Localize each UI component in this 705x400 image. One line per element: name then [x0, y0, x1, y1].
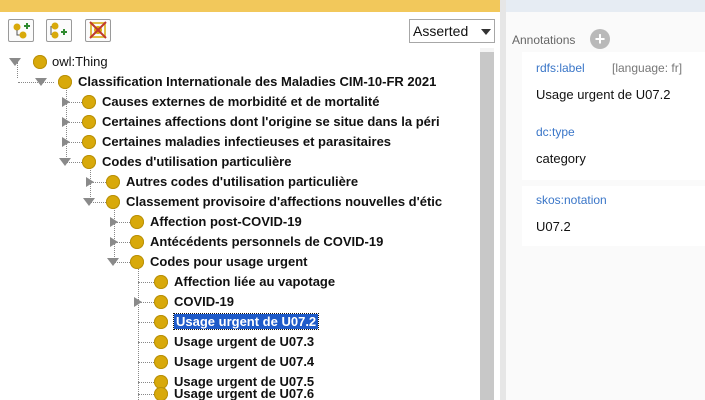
- class-node-icon: [82, 115, 96, 129]
- expanded-arrow-icon[interactable]: [106, 256, 120, 268]
- annotation-value: category: [536, 151, 586, 166]
- annotations-header: Annotations: [512, 33, 576, 47]
- class-node-icon: [130, 255, 144, 269]
- tree-row[interactable]: owl:Thing: [0, 52, 480, 72]
- add-subclass-icon: [13, 23, 30, 39]
- tree-row-label: COVID-19: [174, 294, 234, 309]
- delete-class-icon: [89, 21, 107, 39]
- tree-row[interactable]: Causes externes de morbidité et de morta…: [0, 92, 480, 112]
- tree-row[interactable]: Usage urgent de U07.3: [0, 332, 480, 352]
- expanded-arrow-icon[interactable]: [58, 156, 72, 168]
- annotations-panel: Annotations + rdfs:label [language: fr] …: [506, 0, 705, 400]
- add-sibling-button[interactable]: [46, 19, 72, 42]
- ontology-editor-window: Asserted owl:Thing Classification Intern…: [0, 0, 705, 400]
- class-node-icon: [130, 235, 144, 249]
- tree-row-label: Autres codes d'utilisation particulière: [126, 174, 359, 189]
- class-node-icon: [154, 315, 168, 329]
- tree-row[interactable]: Classement provisoire d'affections nouve…: [0, 192, 480, 212]
- tree-connector: [138, 322, 154, 323]
- tree-row-label: Classification Internationale des Maladi…: [78, 74, 437, 89]
- panel-header-band: [506, 0, 705, 12]
- class-node-icon: [82, 155, 96, 169]
- view-mode-label: Asserted: [413, 23, 469, 39]
- tree-row-label: Usage urgent de U07.3: [174, 334, 315, 349]
- annotation-item[interactable]: rdfs:label [language: fr] Usage urgent d…: [522, 52, 705, 122]
- annotation-property[interactable]: skos:notation: [536, 192, 607, 208]
- collapsed-arrow-icon[interactable]: [60, 136, 72, 148]
- view-mode-select[interactable]: Asserted: [409, 19, 495, 43]
- class-node-icon: [154, 275, 168, 289]
- expanded-arrow-icon[interactable]: [8, 56, 22, 68]
- tree-row-label: Usage urgent de U07.4: [174, 354, 315, 369]
- chevron-down-icon: [481, 29, 491, 35]
- tree-row-label: Certaines affections dont l'origine se s…: [102, 114, 440, 129]
- tree-row[interactable]: Codes d'utilisation particulière: [0, 152, 480, 172]
- tree-row[interactable]: Usage urgent de U07.6: [0, 384, 480, 400]
- add-annotation-button[interactable]: +: [590, 29, 610, 49]
- class-node-icon: [33, 55, 47, 69]
- collapsed-arrow-icon[interactable]: [108, 236, 120, 248]
- class-node-icon: [130, 215, 144, 229]
- annotation-item[interactable]: dc:type category: [522, 118, 705, 180]
- collapsed-arrow-icon[interactable]: [108, 216, 120, 228]
- tree-row[interactable]: Certaines affections dont l'origine se s…: [0, 112, 480, 132]
- scrollbar-thumb[interactable]: [480, 52, 494, 400]
- class-node-icon: [106, 195, 120, 209]
- tree-row-label: Causes externes de morbidité et de morta…: [102, 94, 380, 109]
- tree-row-label: Antécédents personnels de COVID-19: [150, 234, 384, 249]
- tree-row-label: Codes d'utilisation particulière: [102, 154, 292, 169]
- annotation-value: U07.2: [536, 219, 571, 234]
- class-node-icon: [154, 387, 168, 400]
- tree-row-label: Affection liée au vapotage: [174, 274, 336, 289]
- tree-row[interactable]: Autres codes d'utilisation particulière: [0, 172, 480, 192]
- expanded-arrow-icon[interactable]: [82, 196, 96, 208]
- class-tree: owl:Thing Classification Internationale …: [0, 48, 500, 400]
- tree-row[interactable]: Codes pour usage urgent: [0, 252, 480, 272]
- tree-connector: [138, 382, 154, 383]
- tree-connector: [138, 362, 154, 363]
- collapsed-arrow-icon[interactable]: [60, 116, 72, 128]
- tree-row-selected[interactable]: Usage urgent de U07.2: [0, 312, 480, 332]
- tree-row[interactable]: Certaines maladies infectieuses et paras…: [0, 132, 480, 152]
- collapsed-arrow-icon[interactable]: [84, 176, 96, 188]
- tree-connector: [138, 394, 154, 395]
- tree-row-label: Certaines maladies infectieuses et paras…: [102, 134, 392, 149]
- class-node-icon: [154, 355, 168, 369]
- tree-row-label: owl:Thing: [52, 54, 108, 69]
- add-sibling-icon: [50, 22, 67, 39]
- tree-row[interactable]: Usage urgent de U07.4: [0, 352, 480, 372]
- annotation-item[interactable]: skos:notation U07.2: [522, 186, 705, 246]
- tree-row-label: Affection post-COVID-19: [150, 214, 302, 229]
- tree-row[interactable]: Affection liée au vapotage: [0, 272, 480, 292]
- tree-connector: [138, 342, 154, 343]
- annotation-language: [language: fr]: [612, 61, 683, 75]
- collapsed-arrow-icon[interactable]: [60, 96, 72, 108]
- class-node-icon: [82, 135, 96, 149]
- tree-row-label: Usage urgent de U07.6: [174, 386, 315, 400]
- delete-class-button[interactable]: [85, 19, 111, 42]
- tree-row[interactable]: Classification Internationale des Maladi…: [0, 72, 480, 92]
- tree-row[interactable]: Antécédents personnels de COVID-19: [0, 232, 480, 252]
- tree-connector: [138, 282, 154, 283]
- hierarchy-toolbar: Asserted: [0, 12, 500, 48]
- class-node-icon: [82, 95, 96, 109]
- tree-row-label: Codes pour usage urgent: [150, 254, 308, 269]
- class-node-icon: [106, 175, 120, 189]
- panel-header-band: [0, 0, 500, 12]
- class-node-icon: [58, 75, 72, 89]
- plus-icon: +: [594, 29, 606, 49]
- tree-row[interactable]: COVID-19: [0, 292, 480, 312]
- annotation-property[interactable]: dc:type: [536, 124, 575, 140]
- tree-row[interactable]: Affection post-COVID-19: [0, 212, 480, 232]
- add-subclass-button[interactable]: [8, 19, 34, 42]
- tree-row-label: Classement provisoire d'affections nouve…: [126, 194, 443, 209]
- annotation-property[interactable]: rdfs:label: [536, 60, 585, 76]
- expanded-arrow-icon[interactable]: [34, 76, 48, 88]
- class-hierarchy-panel: Asserted owl:Thing Classification Intern…: [0, 0, 500, 400]
- collapsed-arrow-icon[interactable]: [132, 296, 144, 308]
- class-node-icon: [154, 335, 168, 349]
- annotation-value: Usage urgent de U07.2: [536, 87, 671, 102]
- tree-row-label: Usage urgent de U07.2: [172, 313, 320, 330]
- class-node-icon: [154, 295, 168, 309]
